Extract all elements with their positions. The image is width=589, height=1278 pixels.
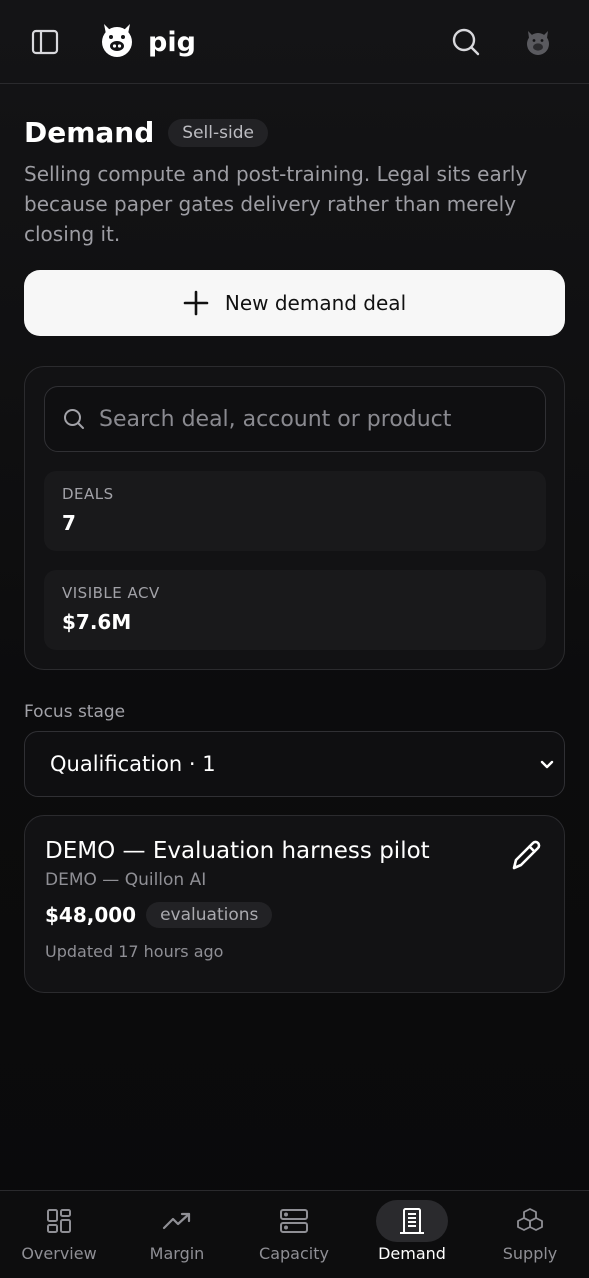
- deal-card[interactable]: DEMO — Evaluation harness pilot DEMO — Q…: [24, 815, 565, 993]
- nav-label: Overview: [21, 1244, 97, 1263]
- brand[interactable]: pig: [100, 22, 196, 62]
- nav-label: Demand: [378, 1244, 446, 1263]
- focus-stage-label: Focus stage: [24, 702, 126, 722]
- nav-item-demand[interactable]: Demand: [357, 1191, 467, 1278]
- new-demand-deal-button[interactable]: New demand deal: [24, 270, 565, 336]
- nav-label: Supply: [502, 1244, 558, 1263]
- page-title: Demand: [24, 116, 155, 149]
- nav-item-capacity[interactable]: Capacity: [239, 1191, 349, 1278]
- pig-avatar-icon[interactable]: [524, 28, 552, 56]
- building-icon: [400, 1208, 424, 1234]
- stat-value: $7.6M: [62, 610, 132, 634]
- deal-updated: Updated 17 hours ago: [45, 942, 224, 961]
- page-header: Demand Sell-side Selling compute and pos…: [24, 116, 565, 249]
- focus-stage-value: Qualification · 1: [50, 752, 216, 776]
- chevron-down-icon: [540, 760, 554, 769]
- nav-item-supply[interactable]: Supply: [475, 1191, 585, 1278]
- trending-up-icon: [162, 1212, 191, 1230]
- filters-panel: DEALS 7 VISIBLE ACV $7.6M: [24, 366, 565, 670]
- search-box[interactable]: [44, 386, 546, 452]
- stat-deals: DEALS 7: [44, 471, 546, 551]
- server-icon: [280, 1209, 308, 1233]
- stat-label: DEALS: [62, 485, 114, 503]
- pig-logo-icon: [100, 22, 134, 62]
- deal-amount: $48,000: [45, 903, 137, 927]
- stat-visible-acv: VISIBLE ACV $7.6M: [44, 570, 546, 650]
- top-bar: pig: [0, 0, 589, 84]
- search-input[interactable]: [99, 406, 519, 432]
- nav-item-overview[interactable]: Overview: [4, 1191, 114, 1278]
- boxes-icon: [517, 1208, 543, 1231]
- bottom-nav: Overview Margin Capacity Demand Supply: [0, 1190, 589, 1278]
- pencil-icon[interactable]: [508, 838, 544, 874]
- nav-label: Capacity: [259, 1244, 329, 1263]
- focus-stage-select[interactable]: Qualification · 1: [24, 731, 565, 797]
- grid-icon: [47, 1209, 71, 1233]
- stat-label: VISIBLE ACV: [62, 584, 160, 602]
- deal-account: DEMO — Quillon AI: [45, 870, 207, 890]
- new-demand-deal-label: New demand deal: [224, 291, 407, 315]
- sidebar-toggle-icon[interactable]: [30, 28, 60, 56]
- brand-name: pig: [148, 26, 196, 58]
- search-icon: [64, 409, 84, 429]
- deal-product-tag: evaluations: [146, 902, 273, 928]
- nav-label: Margin: [149, 1244, 205, 1263]
- page-description: Selling compute and post-training. Legal…: [24, 162, 528, 246]
- deal-title: DEMO — Evaluation harness pilot: [45, 838, 430, 864]
- stat-value: 7: [62, 511, 76, 535]
- nav-item-margin[interactable]: Margin: [122, 1191, 232, 1278]
- side-badge: Sell-side: [168, 118, 268, 147]
- search-icon[interactable]: [451, 27, 481, 57]
- plus-icon: [183, 290, 209, 316]
